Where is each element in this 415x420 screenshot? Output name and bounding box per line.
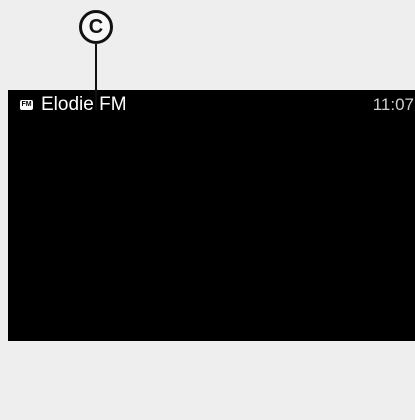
clock-time: 11:07 <box>372 95 414 114</box>
display-screen: FM Elodie FM 11:07 <box>8 90 415 341</box>
radio-fm-icon: FM <box>20 100 33 110</box>
callout-leader-line <box>95 44 97 110</box>
callout-marker: C <box>79 10 113 44</box>
station-name: Elodie FM <box>41 94 127 115</box>
callout-label: C <box>88 16 104 38</box>
status-bar: FM Elodie FM 11:07 <box>8 90 415 122</box>
